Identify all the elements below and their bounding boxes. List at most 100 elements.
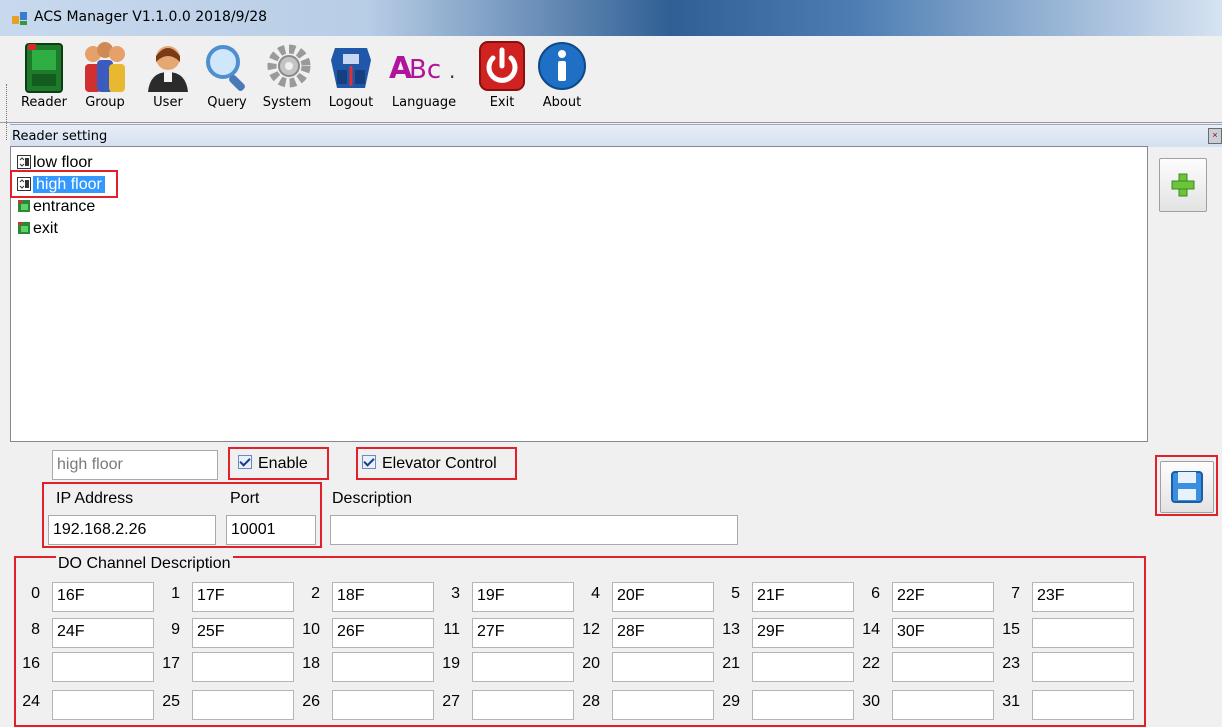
do-channel-field[interactable]: 19F xyxy=(472,582,574,612)
do-channel-field[interactable] xyxy=(1032,652,1134,682)
do-channel-field[interactable]: 27F xyxy=(472,618,574,648)
do-channel-field[interactable]: 30F xyxy=(892,618,994,648)
reader-icon xyxy=(18,222,30,234)
enable-checkbox[interactable]: Enable xyxy=(238,455,308,473)
do-channel-field[interactable]: 22F xyxy=(892,582,994,612)
do-channel-field[interactable]: 25F xyxy=(192,618,294,648)
group-button[interactable]: Group xyxy=(76,38,134,118)
logout-icon xyxy=(331,48,371,88)
window-title: ACS Manager V1.1.0.0 2018/9/28 xyxy=(34,9,268,25)
do-channel-field[interactable] xyxy=(612,652,714,682)
save-button[interactable] xyxy=(1160,461,1214,513)
language-icon: A Bc . xyxy=(389,51,455,86)
tree-item-entrance[interactable]: entrance xyxy=(17,196,95,218)
svg-text:Bc: Bc xyxy=(409,55,441,85)
logout-button-label: Logout xyxy=(328,95,374,110)
do-channel-field[interactable] xyxy=(752,690,854,720)
gear-icon xyxy=(267,44,311,88)
ip-address-label: IP Address xyxy=(56,490,134,507)
enable-label: Enable xyxy=(258,455,308,472)
info-icon xyxy=(538,42,586,90)
do-channel-number: 14 xyxy=(862,621,880,638)
title-bar: ACS Manager V1.1.0.0 2018/9/28 xyxy=(0,0,1222,36)
do-channel-number: 5 xyxy=(731,585,740,602)
do-channel-field[interactable] xyxy=(332,690,434,720)
do-channel-number: 17 xyxy=(162,655,180,672)
ip-address-field[interactable]: 192.168.2.26 xyxy=(48,515,216,545)
reader-tree[interactable]: low floor high floor entrance exit xyxy=(10,146,1148,442)
do-channel-field[interactable] xyxy=(192,652,294,682)
description-field[interactable] xyxy=(330,515,738,545)
tree-item-exit[interactable]: exit xyxy=(17,218,58,240)
do-channel-number: 8 xyxy=(31,621,40,638)
do-channel-number: 26 xyxy=(302,693,320,710)
do-channel-field[interactable]: 28F xyxy=(612,618,714,648)
logout-button[interactable]: Logout xyxy=(322,38,380,118)
do-channel-field[interactable] xyxy=(892,652,994,682)
highlight-box-selected-item xyxy=(10,170,118,198)
do-channel-number: 19 xyxy=(442,655,460,672)
user-button-label: User xyxy=(153,95,183,110)
do-channel-field[interactable] xyxy=(472,652,574,682)
reader-button[interactable]: Reader xyxy=(16,38,72,118)
svg-text:.: . xyxy=(449,59,455,83)
do-channel-number: 9 xyxy=(171,621,180,638)
do-channel-field[interactable] xyxy=(892,690,994,720)
query-button-label: Query xyxy=(207,95,247,110)
reader-name-field[interactable]: high floor xyxy=(52,450,218,480)
panel-header: Reader setting × xyxy=(10,124,1222,147)
port-field[interactable]: 10001 xyxy=(226,515,316,545)
tree-item-label: entrance xyxy=(33,198,96,215)
panel-title: Reader setting xyxy=(12,129,108,144)
do-channel-field[interactable]: 16F xyxy=(52,582,154,612)
do-channel-number: 3 xyxy=(451,585,460,602)
do-channel-field[interactable] xyxy=(1032,690,1134,720)
exit-button[interactable]: Exit xyxy=(474,38,530,118)
query-icon xyxy=(206,45,245,91)
do-channel-number: 20 xyxy=(582,655,600,672)
do-channel-field[interactable] xyxy=(332,652,434,682)
do-channel-number: 18 xyxy=(302,655,320,672)
query-button[interactable]: Query xyxy=(200,38,254,118)
do-channel-field[interactable] xyxy=(192,690,294,720)
do-channel-field[interactable] xyxy=(1032,618,1134,648)
do-channel-field[interactable] xyxy=(52,652,154,682)
do-channel-field[interactable]: 23F xyxy=(1032,582,1134,612)
do-channel-number: 2 xyxy=(311,585,320,602)
do-channel-number: 16 xyxy=(22,655,40,672)
do-channel-number: 10 xyxy=(302,621,320,638)
group-icon xyxy=(85,42,125,92)
do-channel-number: 6 xyxy=(871,585,880,602)
do-channel-field[interactable]: 17F xyxy=(192,582,294,612)
reader-button-label: Reader xyxy=(20,95,67,110)
do-channel-field[interactable]: 29F xyxy=(752,618,854,648)
do-channel-number: 22 xyxy=(862,655,880,672)
app-icon xyxy=(12,12,27,25)
add-reader-button[interactable] xyxy=(1159,158,1207,212)
do-channel-field[interactable] xyxy=(472,690,574,720)
reader-icon xyxy=(25,43,63,93)
do-channel-field[interactable]: 18F xyxy=(332,582,434,612)
system-button-label: System xyxy=(262,95,312,110)
do-channel-number: 4 xyxy=(591,585,600,602)
do-channel-number: 30 xyxy=(862,693,880,710)
do-channel-field[interactable] xyxy=(52,690,154,720)
language-button[interactable]: A Bc . Language xyxy=(384,38,464,118)
elevator-control-checkbox[interactable]: Elevator Control xyxy=(362,455,497,473)
group-button-label: Group xyxy=(85,95,125,110)
checkbox-checked-icon xyxy=(238,455,252,469)
user-button[interactable]: User xyxy=(146,38,190,118)
do-channel-field[interactable]: 26F xyxy=(332,618,434,648)
do-channel-field[interactable] xyxy=(612,690,714,720)
tree-item-label: low floor xyxy=(33,154,93,171)
do-channel-field[interactable]: 24F xyxy=(52,618,154,648)
panel-close-icon[interactable]: × xyxy=(1208,128,1222,144)
do-channel-field[interactable] xyxy=(752,652,854,682)
system-button[interactable]: System xyxy=(258,38,316,118)
toolbar: Reader Group User Query System Logout A … xyxy=(0,36,1222,140)
do-channel-field[interactable]: 21F xyxy=(752,582,854,612)
do-channel-number: 29 xyxy=(722,693,740,710)
elevator-control-label: Elevator Control xyxy=(382,455,497,472)
about-button[interactable]: About xyxy=(534,38,590,118)
do-channel-field[interactable]: 20F xyxy=(612,582,714,612)
